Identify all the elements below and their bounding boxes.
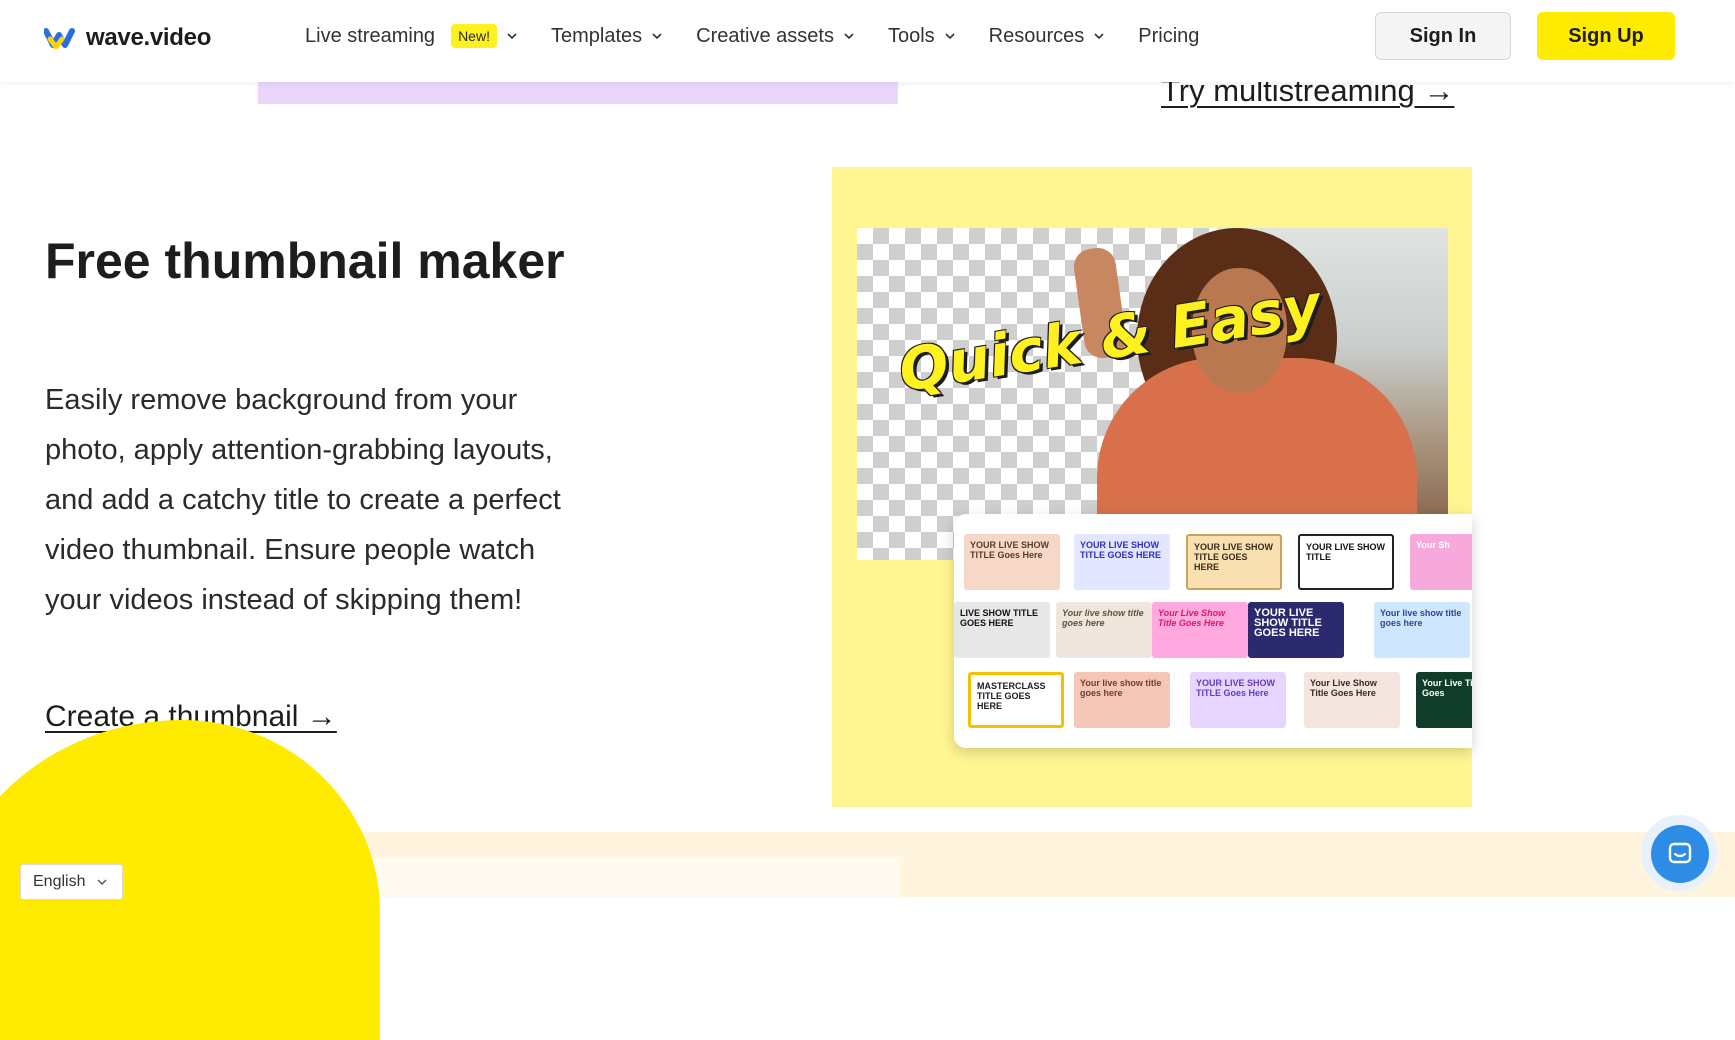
section-description: Easily remove background from your photo…	[45, 384, 561, 616]
template-tile[interactable]: Your Live Show Title Goes Here	[1304, 672, 1400, 728]
next-section-image	[360, 857, 900, 897]
chevron-down-icon	[1094, 33, 1104, 40]
chevron-down-icon	[97, 879, 107, 885]
site-header: wave.video Live streaming New! Templates…	[0, 0, 1735, 82]
nav-resources[interactable]: Resources	[989, 25, 1105, 48]
sign-up-button[interactable]: Sign Up	[1537, 12, 1675, 60]
template-tile[interactable]: Your Live Show Title Goes Here	[1152, 602, 1248, 658]
nav-templates[interactable]: Templates	[551, 25, 662, 48]
template-tile[interactable]: LIVE SHOW TITLE GOES HERE	[954, 602, 1050, 658]
chevron-down-icon	[652, 33, 662, 40]
chevron-down-icon	[507, 33, 517, 40]
template-tile[interactable]: YOUR LIVE SHOW TITLE GOES HERE	[1248, 602, 1344, 658]
template-grid: YOUR LIVE SHOW TITLE Goes Here YOUR LIVE…	[954, 514, 1472, 748]
logo-text: wave.video	[86, 24, 212, 51]
template-tile[interactable]: Your live show title goes here	[1374, 602, 1470, 658]
hero-photo: Quick & Easy	[857, 228, 1448, 560]
template-tile[interactable]: YOUR LIVE SHOW TITLE	[1298, 534, 1394, 590]
chevron-down-icon	[945, 33, 955, 40]
template-tile[interactable]: YOUR LIVE SHOW TITLE Goes Here	[1190, 672, 1286, 728]
template-tile[interactable]: Your Sh	[1410, 534, 1472, 590]
main-nav: Live streaming New! Templates Creative a…	[305, 0, 1233, 72]
nav-pricing[interactable]: Pricing	[1138, 25, 1199, 48]
template-tile[interactable]: Your live show title goes here	[1056, 602, 1152, 658]
nav-label: Tools	[887, 24, 935, 47]
chevron-down-icon	[844, 33, 854, 40]
sign-in-button[interactable]: Sign In	[1375, 12, 1511, 60]
wave-logo-icon	[44, 28, 75, 49]
template-tile[interactable]: YOUR LIVE SHOW TITLE Goes Here	[964, 534, 1060, 590]
template-tile[interactable]: MASTERCLASS TITLE GOES HERE	[968, 672, 1064, 728]
chat-button[interactable]	[1651, 825, 1709, 883]
previous-section-image	[258, 82, 898, 104]
template-tile[interactable]: YOUR LIVE SHOW TITLE GOES HERE	[1074, 534, 1170, 590]
chat-icon	[1668, 842, 1692, 864]
logo[interactable]: wave.video	[44, 24, 211, 52]
template-tile[interactable]: YOUR LIVE SHOW TITLE GOES HERE	[1186, 534, 1282, 590]
language-label: English	[33, 873, 86, 890]
nav-live-streaming[interactable]: Live streaming New!	[305, 24, 517, 48]
nav-creative-assets[interactable]: Creative assets	[696, 25, 854, 48]
nav-tools[interactable]: Tools	[888, 25, 955, 48]
template-tile[interactable]: Your Live Title Goes	[1416, 672, 1472, 728]
nav-label: Resources	[988, 24, 1085, 47]
nav-label: Pricing	[1138, 24, 1200, 47]
section-title: Free thumbnail maker	[45, 233, 565, 289]
nav-label: Creative assets	[696, 24, 834, 47]
template-tile[interactable]: Your live show title goes here	[1074, 672, 1170, 728]
nav-label: Live streaming	[305, 24, 436, 47]
nav-label: Templates	[550, 24, 643, 47]
new-badge: New!	[451, 24, 497, 48]
language-selector[interactable]: English	[20, 864, 123, 900]
